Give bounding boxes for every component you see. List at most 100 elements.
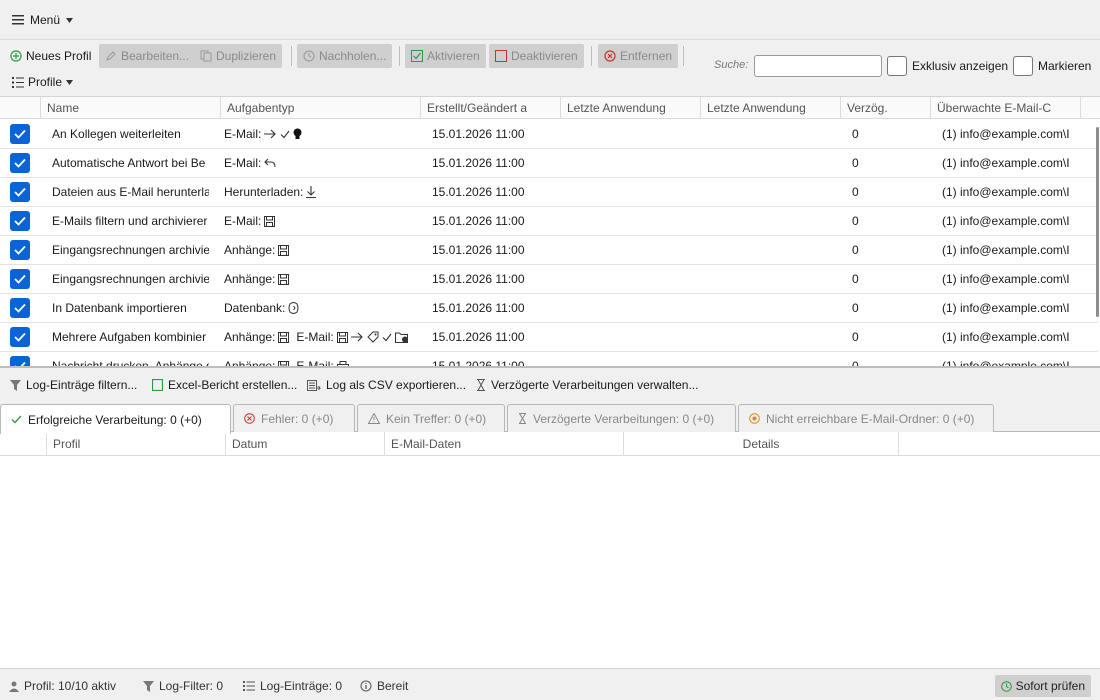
cell-name: In Datenbank importieren bbox=[52, 301, 187, 315]
table-row[interactable]: Automatische Antwort bei Be E-Mail: 15.01.… bbox=[0, 149, 1098, 178]
row-checkbox[interactable] bbox=[10, 153, 30, 173]
tab-success[interactable]: Erfolgreiche Verarbeitung: 0 (+0) bbox=[0, 404, 231, 434]
exclusive-checkbox-box[interactable] bbox=[887, 56, 907, 76]
log-table: Profil Datum E-Mail-Daten Details bbox=[0, 432, 1100, 669]
table-row[interactable]: Nachricht drucken, Anhänge s Anhänge: E-Ma… bbox=[0, 352, 1098, 368]
cell-created: 15.01.2026 11:00 bbox=[432, 156, 525, 170]
column-header-delay[interactable]: Verzög. bbox=[840, 97, 930, 119]
row-checkbox[interactable] bbox=[10, 298, 30, 318]
type-label: Anhänge: bbox=[224, 330, 276, 344]
log-filter-button[interactable]: Log-Einträge filtern... bbox=[10, 377, 137, 393]
cell-created: 15.01.2026 11:00 bbox=[432, 330, 525, 344]
cell-name: Mehrere Aufgaben kombinier bbox=[52, 330, 207, 344]
profiles-dropdown[interactable]: Profile bbox=[6, 70, 79, 94]
list-icon bbox=[12, 76, 24, 88]
cell-name: E-Mails filtern und archivierer bbox=[52, 214, 208, 228]
activate-button[interactable]: Aktivieren bbox=[405, 44, 486, 68]
status-profiles: Profil: 10/10 aktiv bbox=[9, 678, 116, 694]
row-checkbox[interactable] bbox=[10, 182, 30, 202]
tab-no-match[interactable]: Kein Treffer: 0 (+0) bbox=[357, 404, 505, 432]
status-log-entries-label: Log-Einträge: 0 bbox=[260, 679, 343, 693]
toolbar-separator bbox=[291, 46, 292, 66]
cell-name: Dateien aus E-Mail herunterla bbox=[52, 185, 209, 199]
type-label: Herunterladen: bbox=[224, 185, 304, 199]
cell-type: Anhänge: bbox=[224, 236, 420, 264]
exclusive-checkbox[interactable]: Exklusiv anzeigen bbox=[887, 55, 1008, 77]
catch-up-button[interactable]: Nachholen... bbox=[297, 44, 393, 68]
menu-bar: Menü bbox=[0, 0, 1100, 40]
cell-last-applied-2 bbox=[706, 323, 836, 351]
folder-move-icon bbox=[394, 331, 409, 343]
cell-folder: (1) info@example.com\I bbox=[942, 330, 1069, 344]
column-header-type[interactable]: Aufgabentyp bbox=[220, 97, 420, 119]
row-checkbox[interactable] bbox=[10, 356, 30, 366]
menu-button[interactable]: Menü bbox=[12, 12, 74, 28]
cell-delay: 0 bbox=[852, 243, 859, 257]
cell-last-applied-2 bbox=[706, 149, 836, 177]
row-checkbox[interactable] bbox=[10, 327, 30, 347]
info-icon bbox=[360, 680, 372, 692]
tab-delayed[interactable]: Verzögerte Verarbeitungen: 0 (+0) bbox=[507, 404, 736, 432]
edit-button[interactable]: Bearbeiten... bbox=[99, 44, 196, 68]
table-row[interactable]: Dateien aus E-Mail herunterla Herunterlad… bbox=[0, 178, 1098, 207]
deactivate-button[interactable]: Deaktivieren bbox=[489, 44, 584, 68]
tab-errors-label: Fehler: 0 (+0) bbox=[261, 411, 334, 426]
table-row[interactable]: An Kollegen weiterleiten E-Mail: 15.01.202… bbox=[0, 120, 1098, 149]
profiles-scrollbar[interactable] bbox=[1096, 127, 1099, 317]
column-header-created[interactable]: Erstellt/Geändert a bbox=[420, 97, 560, 119]
row-checkbox[interactable] bbox=[10, 240, 30, 260]
column-header-last-applied[interactable]: Letzte Anwendung bbox=[560, 97, 700, 119]
log-column-details[interactable]: Details bbox=[623, 432, 898, 456]
arrow-right-icon bbox=[350, 332, 364, 342]
cell-type: Herunterladen: bbox=[224, 178, 420, 206]
column-header-folder[interactable]: Überwachte E-Mail-C bbox=[930, 97, 1080, 119]
profiles-table: Name Aufgabentyp Erstellt/Geändert a Let… bbox=[0, 97, 1100, 368]
cell-folder: (1) info@example.com\I bbox=[942, 127, 1069, 141]
column-header-name[interactable]: Name bbox=[40, 97, 220, 119]
log-column-date[interactable]: Datum bbox=[225, 432, 384, 456]
row-checkbox[interactable] bbox=[10, 269, 30, 289]
remove-button[interactable]: Entfernen bbox=[598, 44, 679, 68]
tab-errors[interactable]: Fehler: 0 (+0) bbox=[233, 404, 355, 432]
log-column-profile[interactable]: Profil bbox=[46, 432, 225, 456]
type-label-2: E-Mail: bbox=[296, 359, 334, 368]
table-row[interactable]: Eingangsrechnungen archivie Anhänge: 15.01… bbox=[0, 265, 1098, 294]
status-log-entries: Log-Einträge: 0 bbox=[243, 678, 342, 694]
cell-delay: 0 bbox=[852, 272, 859, 286]
cell-last-applied-2 bbox=[706, 236, 836, 264]
check-icon bbox=[280, 130, 290, 139]
duplicate-button[interactable]: Duplizieren bbox=[194, 44, 283, 68]
table-row[interactable]: In Datenbank importieren Datenbank: 15.01.… bbox=[0, 294, 1098, 323]
delayed-manage-button[interactable]: Verzögerte Verarbeitungen verwalten... bbox=[476, 377, 698, 393]
cell-delay: 0 bbox=[852, 127, 859, 141]
mark-checkbox[interactable]: Markieren bbox=[1013, 55, 1091, 77]
check-now-button[interactable]: Sofort prüfen bbox=[994, 675, 1091, 697]
toolbar-separator bbox=[591, 46, 592, 66]
cell-created: 15.01.2026 11:00 bbox=[432, 243, 525, 257]
log-column-email-data[interactable]: E-Mail-Daten bbox=[384, 432, 623, 456]
tab-unreachable[interactable]: Nicht erreichbare E-Mail-Ordner: 0 (+0) bbox=[738, 404, 994, 432]
mark-checkbox-box[interactable] bbox=[1013, 56, 1033, 76]
column-header-last-applied-2[interactable]: Letzte Anwendung bbox=[700, 97, 840, 119]
table-row[interactable]: Eingangsrechnungen archivie Anhänge: 15.01… bbox=[0, 236, 1098, 265]
new-profile-button[interactable]: Neues Profil bbox=[4, 44, 97, 68]
toolbar-separator bbox=[683, 46, 684, 66]
excel-report-button[interactable]: Excel-Bericht erstellen... bbox=[152, 377, 297, 393]
save-icon bbox=[278, 360, 290, 366]
cell-last-applied bbox=[566, 178, 696, 206]
search-label: Suche: bbox=[714, 59, 749, 71]
search-input[interactable] bbox=[754, 55, 882, 77]
check-icon bbox=[382, 333, 392, 342]
cell-last-applied bbox=[566, 323, 696, 351]
table-row[interactable]: Mehrere Aufgaben kombinier Anhänge: E-Mail… bbox=[0, 323, 1098, 352]
cell-name: Eingangsrechnungen archivie bbox=[52, 243, 209, 257]
type-label: E-Mail: bbox=[224, 214, 262, 228]
cell-last-applied bbox=[566, 265, 696, 293]
column-header-filler bbox=[1080, 97, 1100, 119]
row-checkbox[interactable] bbox=[10, 124, 30, 144]
status-profiles-label: Profil: 10/10 aktiv bbox=[24, 679, 117, 693]
csv-export-button[interactable]: Log als CSV exportieren... bbox=[307, 377, 466, 393]
row-checkbox[interactable] bbox=[10, 211, 30, 231]
table-row[interactable]: E-Mails filtern und archivierer E-Mail: 15… bbox=[0, 207, 1098, 236]
cell-last-applied-2 bbox=[706, 120, 836, 148]
